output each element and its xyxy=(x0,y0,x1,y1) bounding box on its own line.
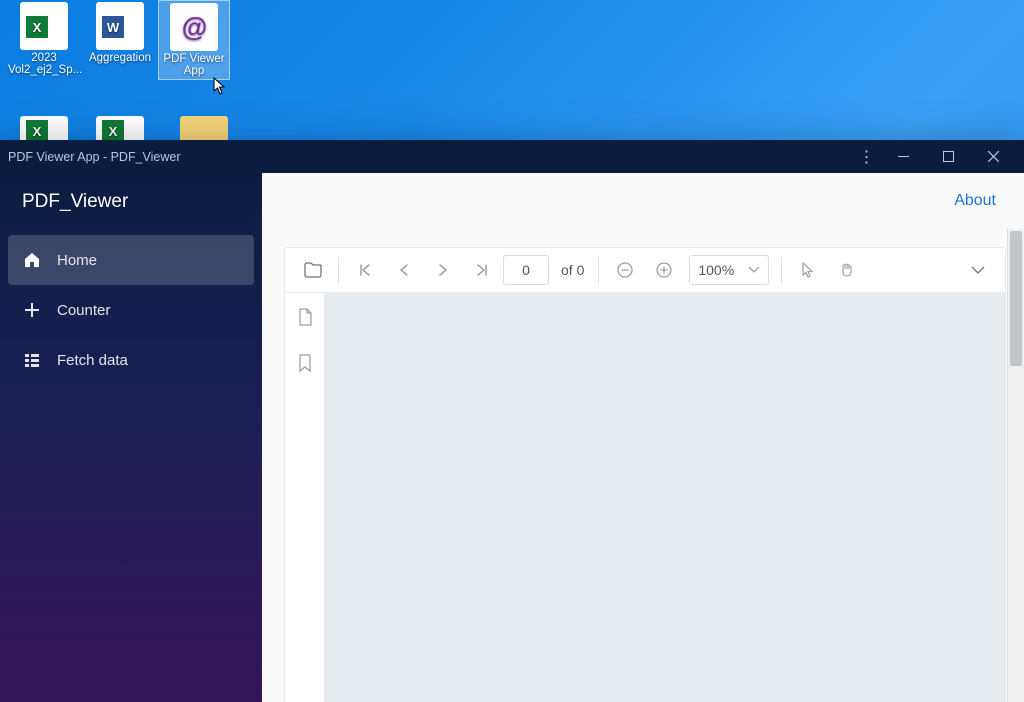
titlebar[interactable]: PDF Viewer App - PDF_Viewer ⋮ xyxy=(0,140,1024,173)
sidebar-brand: PDF_Viewer xyxy=(0,173,262,235)
sidebar-item-label: Counter xyxy=(57,302,110,319)
first-page-button[interactable] xyxy=(347,253,382,288)
minimize-icon xyxy=(898,156,909,157)
bookmarks-button[interactable] xyxy=(291,349,319,377)
minimize-button[interactable] xyxy=(881,140,926,173)
about-link[interactable]: About xyxy=(954,192,996,210)
zoom-select[interactable]: 100% xyxy=(689,255,769,285)
next-page-button[interactable] xyxy=(425,253,460,288)
home-icon xyxy=(22,250,42,270)
desktop-icon-label: PDF Viewer App xyxy=(163,53,224,77)
sidebar: PDF_Viewer Home Counter xyxy=(0,173,262,702)
folder-open-icon xyxy=(304,262,322,278)
word-icon: W xyxy=(96,2,144,50)
vertical-scrollbar[interactable] xyxy=(1007,229,1024,702)
last-page-icon xyxy=(475,263,489,277)
viewer-body xyxy=(285,293,1005,702)
last-page-button[interactable] xyxy=(464,253,499,288)
zoom-out-button[interactable] xyxy=(607,253,642,288)
separator xyxy=(338,257,339,283)
plus-icon xyxy=(22,300,42,320)
desktop-icon-label: Aggregation xyxy=(89,52,151,64)
thumbnail-strip xyxy=(285,293,325,702)
titlebar-more-button[interactable]: ⋮ xyxy=(851,147,881,167)
sidebar-item-fetchdata[interactable]: Fetch data xyxy=(8,335,254,385)
main-panel: About xyxy=(262,173,1024,702)
desktop-icon-pdfapp[interactable]: @ PDF Viewer App xyxy=(158,0,230,80)
window-title: PDF Viewer App - PDF_Viewer xyxy=(8,150,851,164)
zoom-value: 100% xyxy=(698,262,734,278)
chevron-right-icon xyxy=(437,263,449,277)
scrollbar-thumb[interactable] xyxy=(1010,231,1022,366)
close-button[interactable] xyxy=(971,140,1016,173)
topbar: About xyxy=(262,173,1024,229)
app-window: PDF Viewer App - PDF_Viewer ⋮ PDF_Viewer… xyxy=(0,140,1024,702)
pdf-toolbar: of 0 100% xyxy=(285,248,1005,293)
page-icon xyxy=(297,308,313,326)
select-tool-button[interactable] xyxy=(790,253,825,288)
maximize-button[interactable] xyxy=(926,140,971,173)
list-icon xyxy=(22,350,42,370)
pan-tool-button[interactable] xyxy=(829,253,864,288)
desktop-icon-word[interactable]: W Aggregation xyxy=(84,2,156,64)
pdf-canvas[interactable] xyxy=(325,293,1005,702)
desktop: X 2023 Vol2_ej2_Sp... W Aggregation @ PD… xyxy=(0,0,1024,140)
chevron-left-icon xyxy=(398,263,410,277)
sidebar-nav: Home Counter Fetch data xyxy=(0,235,262,385)
zoom-in-button[interactable] xyxy=(646,253,681,288)
mouse-cursor-icon xyxy=(213,77,227,95)
zoom-in-icon xyxy=(655,261,673,279)
toolbar-more-button[interactable] xyxy=(960,253,995,288)
close-icon xyxy=(988,151,999,162)
sidebar-item-label: Fetch data xyxy=(57,352,128,369)
zoom-out-icon xyxy=(616,261,634,279)
thumbnails-button[interactable] xyxy=(291,303,319,331)
excel-icon: X xyxy=(20,2,68,50)
first-page-icon xyxy=(358,263,372,277)
sidebar-item-home[interactable]: Home xyxy=(8,235,254,285)
pdf-viewer: of 0 100% xyxy=(284,247,1006,702)
chevron-down-icon xyxy=(970,265,986,275)
pdfapp-icon: @ xyxy=(170,3,218,51)
sidebar-item-label: Home xyxy=(57,252,97,269)
bookmark-icon xyxy=(298,354,312,372)
prev-page-button[interactable] xyxy=(386,253,421,288)
sidebar-item-counter[interactable]: Counter xyxy=(8,285,254,335)
page-total-label: of 0 xyxy=(561,262,584,278)
open-file-button[interactable] xyxy=(295,253,330,288)
chevron-down-icon xyxy=(748,266,760,274)
hand-icon xyxy=(839,262,855,278)
cursor-icon xyxy=(801,262,815,278)
separator xyxy=(781,257,782,283)
separator xyxy=(598,257,599,283)
desktop-icon-excel[interactable]: X 2023 Vol2_ej2_Sp... xyxy=(8,2,80,76)
maximize-icon xyxy=(943,151,954,162)
page-number-input[interactable] xyxy=(503,255,549,285)
desktop-icon-label: 2023 Vol2_ej2_Sp... xyxy=(8,52,82,76)
content-area: of 0 100% xyxy=(262,229,1024,702)
